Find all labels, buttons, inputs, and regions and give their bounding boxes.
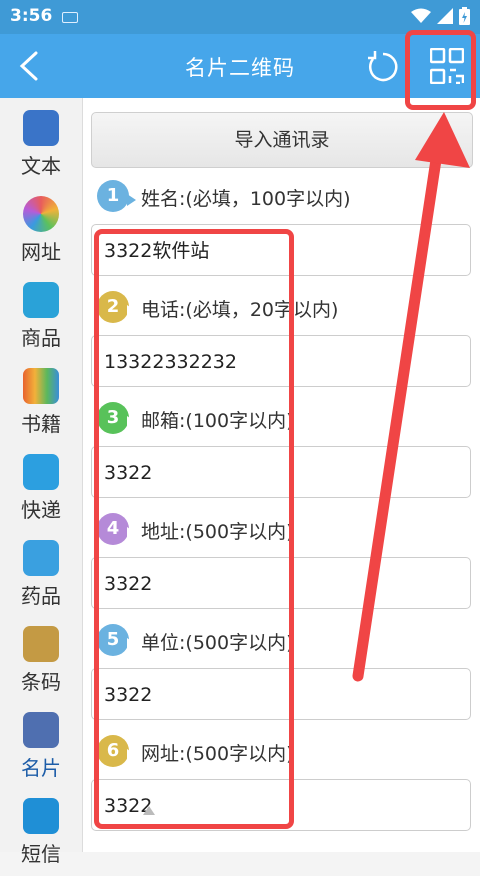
status-bar: 3:56 xyxy=(0,0,480,34)
highlight-box-qr xyxy=(405,30,476,110)
contact-card-icon xyxy=(23,712,59,748)
message-icon xyxy=(23,798,59,834)
import-contacts-button[interactable]: 导入通讯录 xyxy=(91,112,473,168)
stethoscope-icon xyxy=(23,540,59,576)
text-icon xyxy=(23,110,59,146)
sidebar-item-medicine[interactable]: 药品 xyxy=(0,532,82,618)
signal-icon xyxy=(437,8,453,24)
sidebar-item-sms[interactable]: 短信 xyxy=(0,790,82,876)
sidebar-item-label: 书籍 xyxy=(21,412,61,436)
category-sidebar: 文本 网址 商品 书籍 快递 药品 条码 名片 短信 xyxy=(0,98,83,866)
status-time: 3:56 xyxy=(10,6,53,26)
sidebar-item-goods[interactable]: 商品 xyxy=(0,274,82,360)
sidebar-item-express[interactable]: 快递 xyxy=(0,446,82,532)
sidebar-item-url[interactable]: 网址 xyxy=(0,188,82,274)
sidebar-item-label: 短信 xyxy=(21,842,61,866)
highlight-box-fields xyxy=(94,229,294,829)
airplane-icon xyxy=(23,454,59,490)
sidebar-item-label: 网址 xyxy=(21,240,61,264)
books-icon xyxy=(23,368,59,404)
shopping-bag-icon xyxy=(23,282,59,318)
barcode-icon xyxy=(23,626,59,662)
sidebar-item-label: 条码 xyxy=(21,670,61,694)
field-label-text: 姓名:(必填，100字以内) xyxy=(141,188,351,210)
pinwheel-icon xyxy=(23,196,59,232)
sidebar-item-barcode[interactable]: 条码 xyxy=(0,618,82,704)
sidebar-item-text[interactable]: 文本 xyxy=(0,102,82,188)
sidebar-item-books[interactable]: 书籍 xyxy=(0,360,82,446)
wifi-icon xyxy=(411,8,431,23)
sidebar-item-label: 名片 xyxy=(21,756,61,780)
sidebar-item-label: 商品 xyxy=(21,326,61,350)
badge-number: 1 xyxy=(97,180,136,212)
sidebar-item-card[interactable]: 名片 xyxy=(0,704,82,790)
refresh-icon[interactable] xyxy=(366,50,400,84)
sidebar-item-label: 文本 xyxy=(21,154,61,178)
sidebar-item-label: 药品 xyxy=(21,584,61,608)
sidebar-item-label: 快递 xyxy=(21,498,61,522)
status-icons xyxy=(411,7,470,25)
battery-icon xyxy=(459,7,470,25)
keyboard-icon xyxy=(62,12,78,23)
